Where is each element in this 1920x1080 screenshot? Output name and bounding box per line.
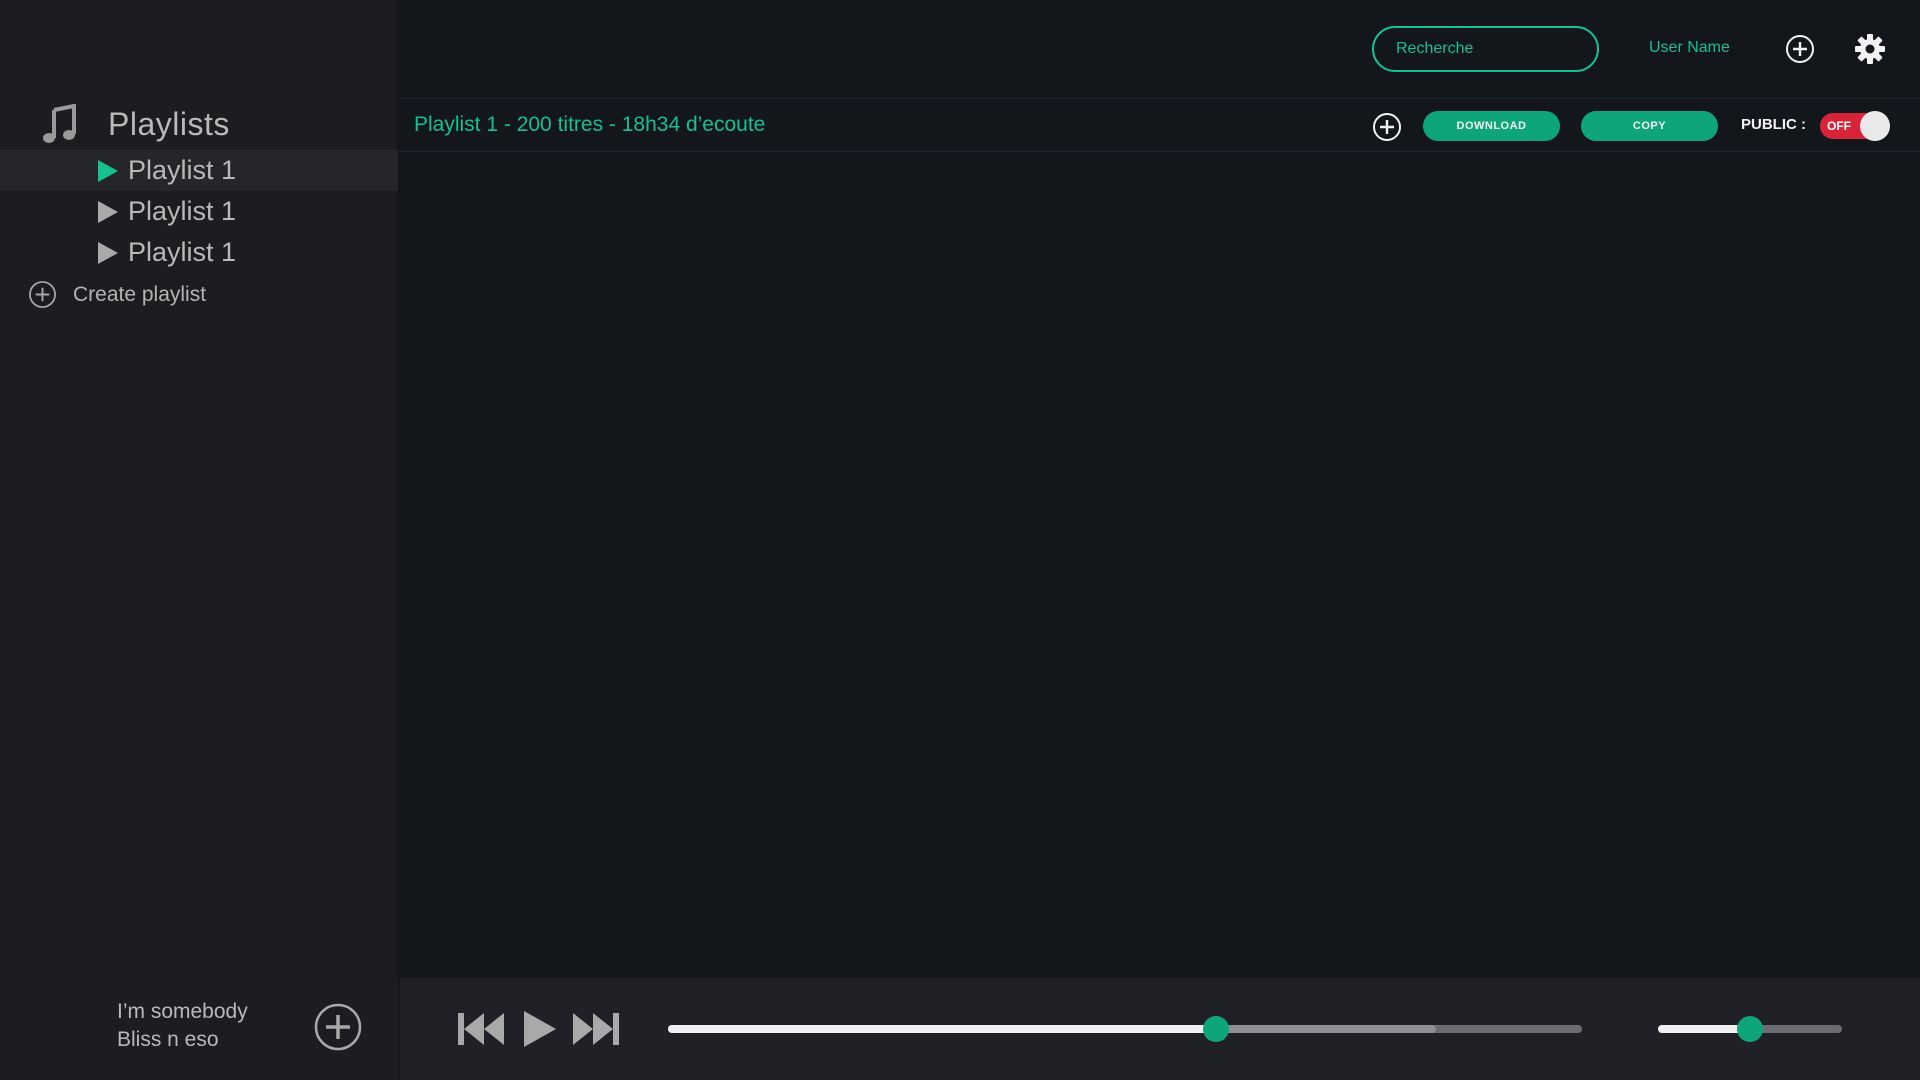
play-icon [98,241,118,264]
playlist-list: Playlist 1 Playlist 1 Playlist 1 [0,150,398,273]
public-label: PUBLIC : [1741,116,1806,133]
volume-thumb[interactable] [1737,1016,1763,1042]
sidebar-item-playlist[interactable]: Playlist 1 [0,232,398,273]
playlist-label: Playlist 1 [128,237,237,267]
now-playing-artist: Bliss n eso [117,1028,219,1051]
top-bar: User Name [400,0,1920,99]
playlist-label: Playlist 1 [128,155,237,185]
play-icon [98,200,118,223]
music-note-icon [43,104,76,143]
sidebar-title: Playlists [108,105,230,142]
skip-next-icon[interactable] [571,1010,621,1048]
create-playlist-button[interactable]: Create playlist [28,280,206,309]
create-playlist-label: Create playlist [73,282,207,306]
play-icon[interactable] [520,1008,560,1050]
public-toggle[interactable]: OFF [1820,111,1890,141]
gear-icon[interactable] [1854,33,1886,65]
playlist-title: Playlist 1 - 200 titres - 18h34 d’ecoute [414,113,766,136]
sidebar-item-playlist[interactable]: Playlist 1 [0,191,398,232]
plus-circle-icon [29,281,56,308]
sidebar-item-playlist[interactable]: Playlist 1 [0,150,398,191]
playlist-label: Playlist 1 [128,196,237,226]
download-button[interactable]: DOWNLOAD [1423,111,1560,141]
play-icon [98,159,118,182]
skip-previous-icon[interactable] [456,1010,506,1048]
now-playing-title: I’m somebody [117,1000,248,1023]
username-link[interactable]: User Name [1649,39,1730,57]
plus-circle-icon[interactable] [1372,112,1402,142]
sidebar: Playlists Playlist 1 Playlist 1 Playlist… [0,0,398,978]
playlist-header-bar: Playlist 1 - 200 titres - 18h34 d’ecoute… [400,100,1920,152]
sidebar-header: Playlists [42,104,230,144]
copy-button[interactable]: COPY [1581,111,1718,141]
volume-slider[interactable] [1658,1016,1842,1042]
toggle-state-text: OFF [1827,119,1851,133]
plus-circle-icon[interactable] [313,1002,363,1052]
plus-circle-icon[interactable] [1785,34,1815,64]
now-playing: I’m somebody Bliss n eso [0,978,400,1080]
player-bar: I’m somebody Bliss n eso [0,978,1920,1080]
progress-played [668,1025,1217,1033]
search-input[interactable] [1372,26,1599,72]
progress-thumb[interactable] [1203,1016,1230,1042]
toggle-knob [1860,111,1890,141]
progress-slider[interactable] [668,1016,1582,1042]
